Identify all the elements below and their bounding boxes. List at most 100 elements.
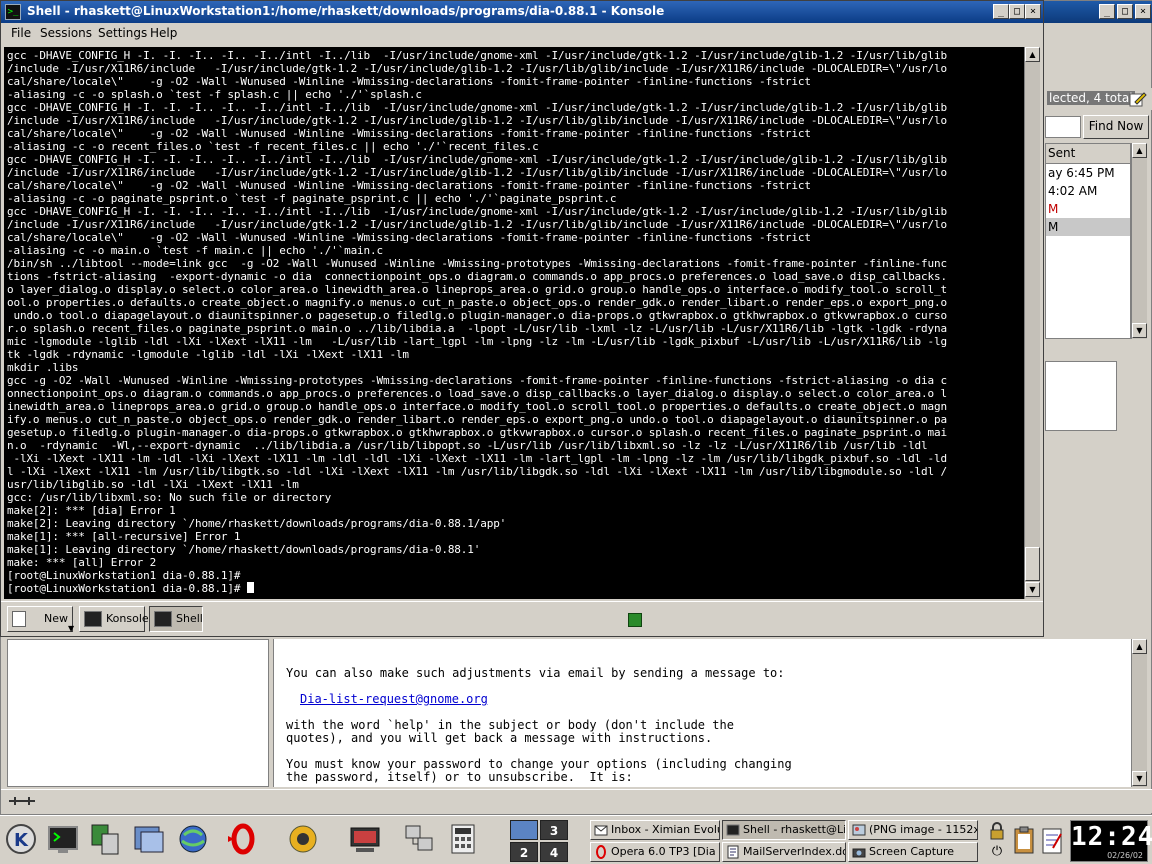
column-header-sent[interactable]: Sent [1046,144,1130,164]
notes-icon[interactable] [1040,826,1064,856]
scroll-up-icon[interactable]: ▲ [1025,47,1040,62]
session-tab-shell[interactable]: Shell [149,606,203,632]
clock-time: 12:24 [1071,822,1152,852]
terminal-line: -aliasing -c -o paginate_psprint.o `test… [7,192,617,205]
terminal-output[interactable]: gcc -DHAVE_CONFIG_H -I. -I. -I.. -I.. -I… [4,47,1024,599]
terminal-scrollbar[interactable]: ▲ ▼ [1024,47,1040,599]
scroll-down-icon[interactable]: ▼ [1132,771,1147,786]
lock-screen-icon[interactable] [988,822,1006,840]
terminal-icon[interactable]: >_ [5,4,21,20]
terminal-line: r.o splash.o recent_files.o paginate_psp… [7,322,947,335]
terminal-icon [726,824,740,836]
terminal-icon [154,611,172,627]
find-now-button[interactable]: Find Now [1083,115,1149,139]
scroll-up-icon[interactable]: ▲ [1132,639,1147,654]
task-label: Shell - rhaskett@Linu [743,823,846,836]
search-input[interactable] [1045,116,1081,138]
terminal-line: gcc -g -O2 -Wall -Wunused -Winline -Wmis… [7,374,947,387]
scrollbar-thumb[interactable] [1025,547,1040,581]
calculator-icon[interactable] [446,822,480,856]
scroll-down-icon[interactable]: ▼ [1025,582,1040,597]
terminal-line: make[1]: Leaving directory `/home/rhaske… [7,543,481,556]
document-icon [727,845,739,859]
pager-desktop-4[interactable]: 4 [540,842,568,862]
menu-file[interactable]: File [11,26,31,40]
terminal-line: make[1]: *** [all-recursive] Error 1 [7,530,241,543]
kde-menu-icon[interactable]: K [4,822,38,856]
terminal-line: cal/share/locale\" -g -O2 -Wall -Wunused… [7,127,811,140]
message-line: the password, itself) or to unsubscribe.… [286,770,633,784]
menu-sessions[interactable]: Sessions [40,26,92,40]
konsole-window: >_ Shell - rhaskett@LinuxWorkstation1:/h… [0,0,1044,637]
message-line: quotes), and you will get back a message… [286,731,713,745]
compose-icon[interactable] [1129,90,1147,108]
task-png-image[interactable]: (PNG image - 1152x8 [848,820,978,840]
mail-client-icon[interactable] [286,822,320,856]
close-button[interactable]: × [1025,4,1041,19]
message-count-text: lected, 4 total [1047,91,1135,105]
konsole-title-bar[interactable]: >_ Shell - rhaskett@LinuxWorkstation1:/h… [1,1,1043,23]
menu-settings[interactable]: Settings [98,26,147,40]
minimize-button[interactable]: _ [993,4,1009,19]
chevron-down-icon[interactable]: ▼ [68,617,74,641]
new-document-icon [12,611,26,627]
terminal-line: cal/share/locale\" -g -O2 -Wall -Wunused… [7,179,811,192]
clipboard-icon[interactable] [1012,826,1036,856]
terminal-line: -aliasing -c -o splash.o `test -f splash… [7,88,422,101]
mailto-link[interactable]: Dia-list-request@gnome.org [286,692,488,706]
mail-maximize-button[interactable]: □ [1117,4,1133,19]
list-item[interactable]: 4:02 AM [1046,182,1130,200]
terminal-line: tk -lgdk -rdynamic -lgmodule -lglib -ldl… [7,348,409,361]
task-screen-capture[interactable]: Screen Capture [848,842,978,862]
terminal-line: [root@LinuxWorkstation1 dia-0.88.1]# [7,582,247,595]
pager-desktop-3[interactable]: 3 [540,820,568,840]
terminal-icon [84,611,102,627]
task-label: Screen Capture [869,845,955,858]
maximize-button[interactable]: □ [1009,4,1025,19]
task-mailserverindex[interactable]: MailServerIndex.doc [722,842,846,862]
scroll-up-icon[interactable]: ▲ [1132,143,1147,158]
mail-close-button[interactable]: × [1135,4,1151,19]
opera-icon[interactable] [224,822,258,856]
task-opera[interactable]: Opera 6.0 TP3 [Dia a [590,842,720,862]
menu-help[interactable]: Help [150,26,177,40]
new-session-label: New [44,612,68,625]
menu-bar: File Sessions Settings Help [1,23,1043,45]
mail-minimize-button[interactable]: _ [1099,4,1115,19]
terminal-line: o layer_dialog.o display.o select.o colo… [7,283,947,296]
logout-icon[interactable]: ⏻ [988,844,1006,860]
terminal-line: onnectionpoint_ops.o diagram.o commands.… [7,387,947,400]
session-activity-icon [628,613,642,627]
session-tab-konsole[interactable]: Konsole [79,606,149,632]
terminal-line: cal/share/locale\" -g -O2 -Wall -Wunused… [7,75,811,88]
task-shell[interactable]: Shell - rhaskett@Linu [722,820,846,840]
desktop-switcher-icon[interactable] [88,822,122,856]
message-list-scrollbar[interactable]: ▲ ▼ [1131,143,1147,339]
task-label: (PNG image - 1152x8 [869,823,978,836]
message-line: You can also make such adjustments via e… [286,666,785,680]
terminal-line: /bin/sh ../libtool --mode=link gcc -g -O… [7,257,947,270]
web-browser-icon[interactable] [176,822,210,856]
task-label: Opera 6.0 TP3 [Dia a [611,845,720,858]
mail-icon [594,825,608,836]
file-manager-icon[interactable] [132,822,166,856]
message-body-scrollbar[interactable]: ▲ ▼ [1131,639,1147,787]
network-icon[interactable] [402,822,436,856]
monitor-icon[interactable] [348,822,382,856]
task-inbox[interactable]: Inbox - Ximian Evoluti [590,820,720,840]
message-list[interactable]: Sent ay 6:45 PM 4:02 AM M M [1045,143,1131,339]
list-item[interactable]: ay 6:45 PM [1046,164,1130,182]
terminal-icon[interactable] [46,822,80,856]
scroll-down-icon[interactable]: ▼ [1132,323,1147,338]
list-item[interactable]: M [1046,200,1130,218]
connection-icon [7,794,37,812]
pager-desktop-1[interactable]: 1 [510,820,538,840]
list-item[interactable]: M [1046,218,1130,236]
new-session-button[interactable]: New ▼ [7,606,74,633]
window-title: Shell - rhaskett@LinuxWorkstation1:/home… [27,4,665,18]
terminal-line: -aliasing -c -o recent_files.o `test -f … [7,140,539,153]
folder-pane[interactable] [7,639,269,787]
clock[interactable]: 12:24 02/26/02 [1070,820,1152,862]
pager-desktop-2[interactable]: 2 [510,842,538,862]
terminal-line: inewidth_area.o lineprops_area.o grid.o … [7,400,947,413]
